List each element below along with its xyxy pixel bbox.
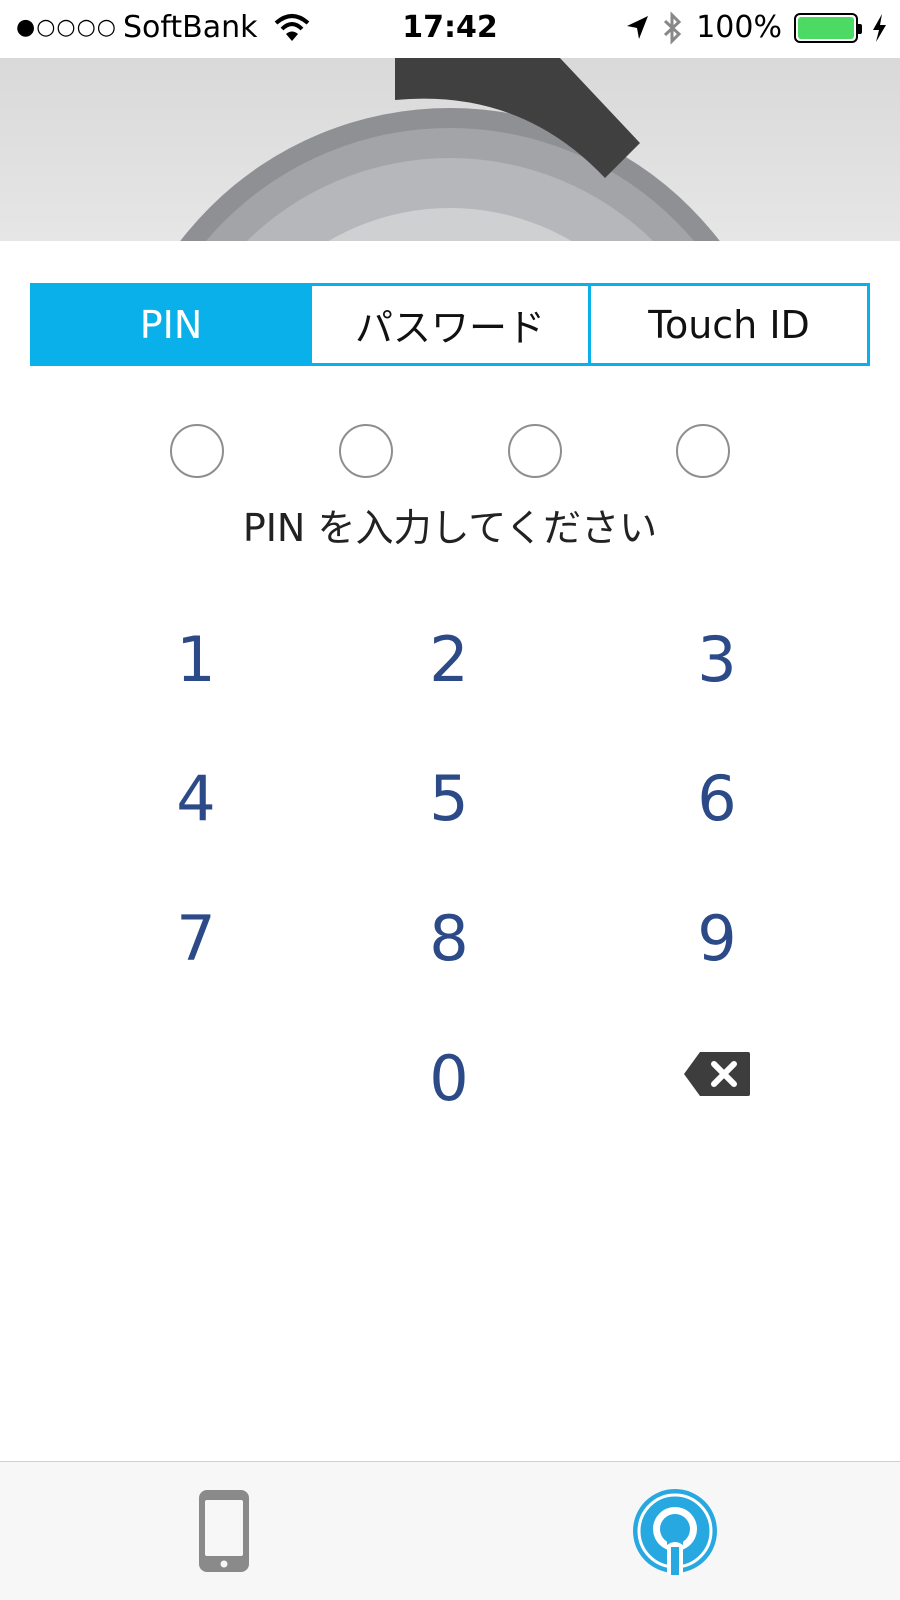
pin-indicator	[0, 424, 900, 480]
battery-level	[798, 16, 854, 39]
smartphone-icon	[199, 1490, 249, 1572]
battery-icon	[794, 12, 862, 43]
key-9[interactable]: 9	[617, 883, 817, 993]
key-8[interactable]: 8	[349, 883, 549, 993]
pin-prompt: PIN を入力してください	[242, 506, 658, 550]
auth-method-tabs: PIN パスワード Touch ID	[30, 283, 870, 366]
key-4[interactable]: 4	[96, 743, 296, 853]
status-bar: ●○○○○ SoftBank 17:42 100%	[0, 0, 900, 58]
pin-dot-4	[676, 424, 730, 478]
device-button[interactable]	[198, 1489, 250, 1577]
header-banner	[0, 58, 900, 241]
delete-key[interactable]	[617, 1019, 817, 1129]
pin-dot-1	[170, 424, 224, 478]
battery-percentage: 100%	[696, 10, 782, 45]
key-6[interactable]: 6	[617, 743, 817, 853]
location-arrow-icon	[627, 15, 649, 39]
backspace-icon	[684, 1052, 750, 1096]
pin-dot-2	[339, 424, 393, 478]
charging-bolt-icon	[873, 13, 886, 42]
key-5[interactable]: 5	[349, 743, 549, 853]
app-logo-icon	[633, 1489, 717, 1575]
tab-pin[interactable]: PIN	[33, 286, 312, 363]
tab-touch-id[interactable]: Touch ID	[591, 286, 867, 363]
key-2[interactable]: 2	[349, 604, 549, 714]
key-1[interactable]: 1	[96, 604, 296, 714]
key-7[interactable]: 7	[96, 883, 296, 993]
bottom-bar	[0, 1461, 900, 1600]
key-3[interactable]: 3	[617, 604, 817, 714]
concentric-rings-graphic	[180, 58, 720, 241]
key-0[interactable]: 0	[349, 1023, 549, 1133]
app-logo-button[interactable]	[631, 1487, 719, 1579]
numeric-keypad: 1 2 3 4 5 6 7 8 9 0	[0, 600, 900, 1160]
tab-password[interactable]: パスワード	[312, 286, 591, 363]
bluetooth-icon	[664, 10, 682, 45]
pin-unlock-screen: ●○○○○ SoftBank 17:42 100% PIN パスワード Touc…	[0, 0, 900, 1600]
pin-dot-3	[508, 424, 562, 478]
